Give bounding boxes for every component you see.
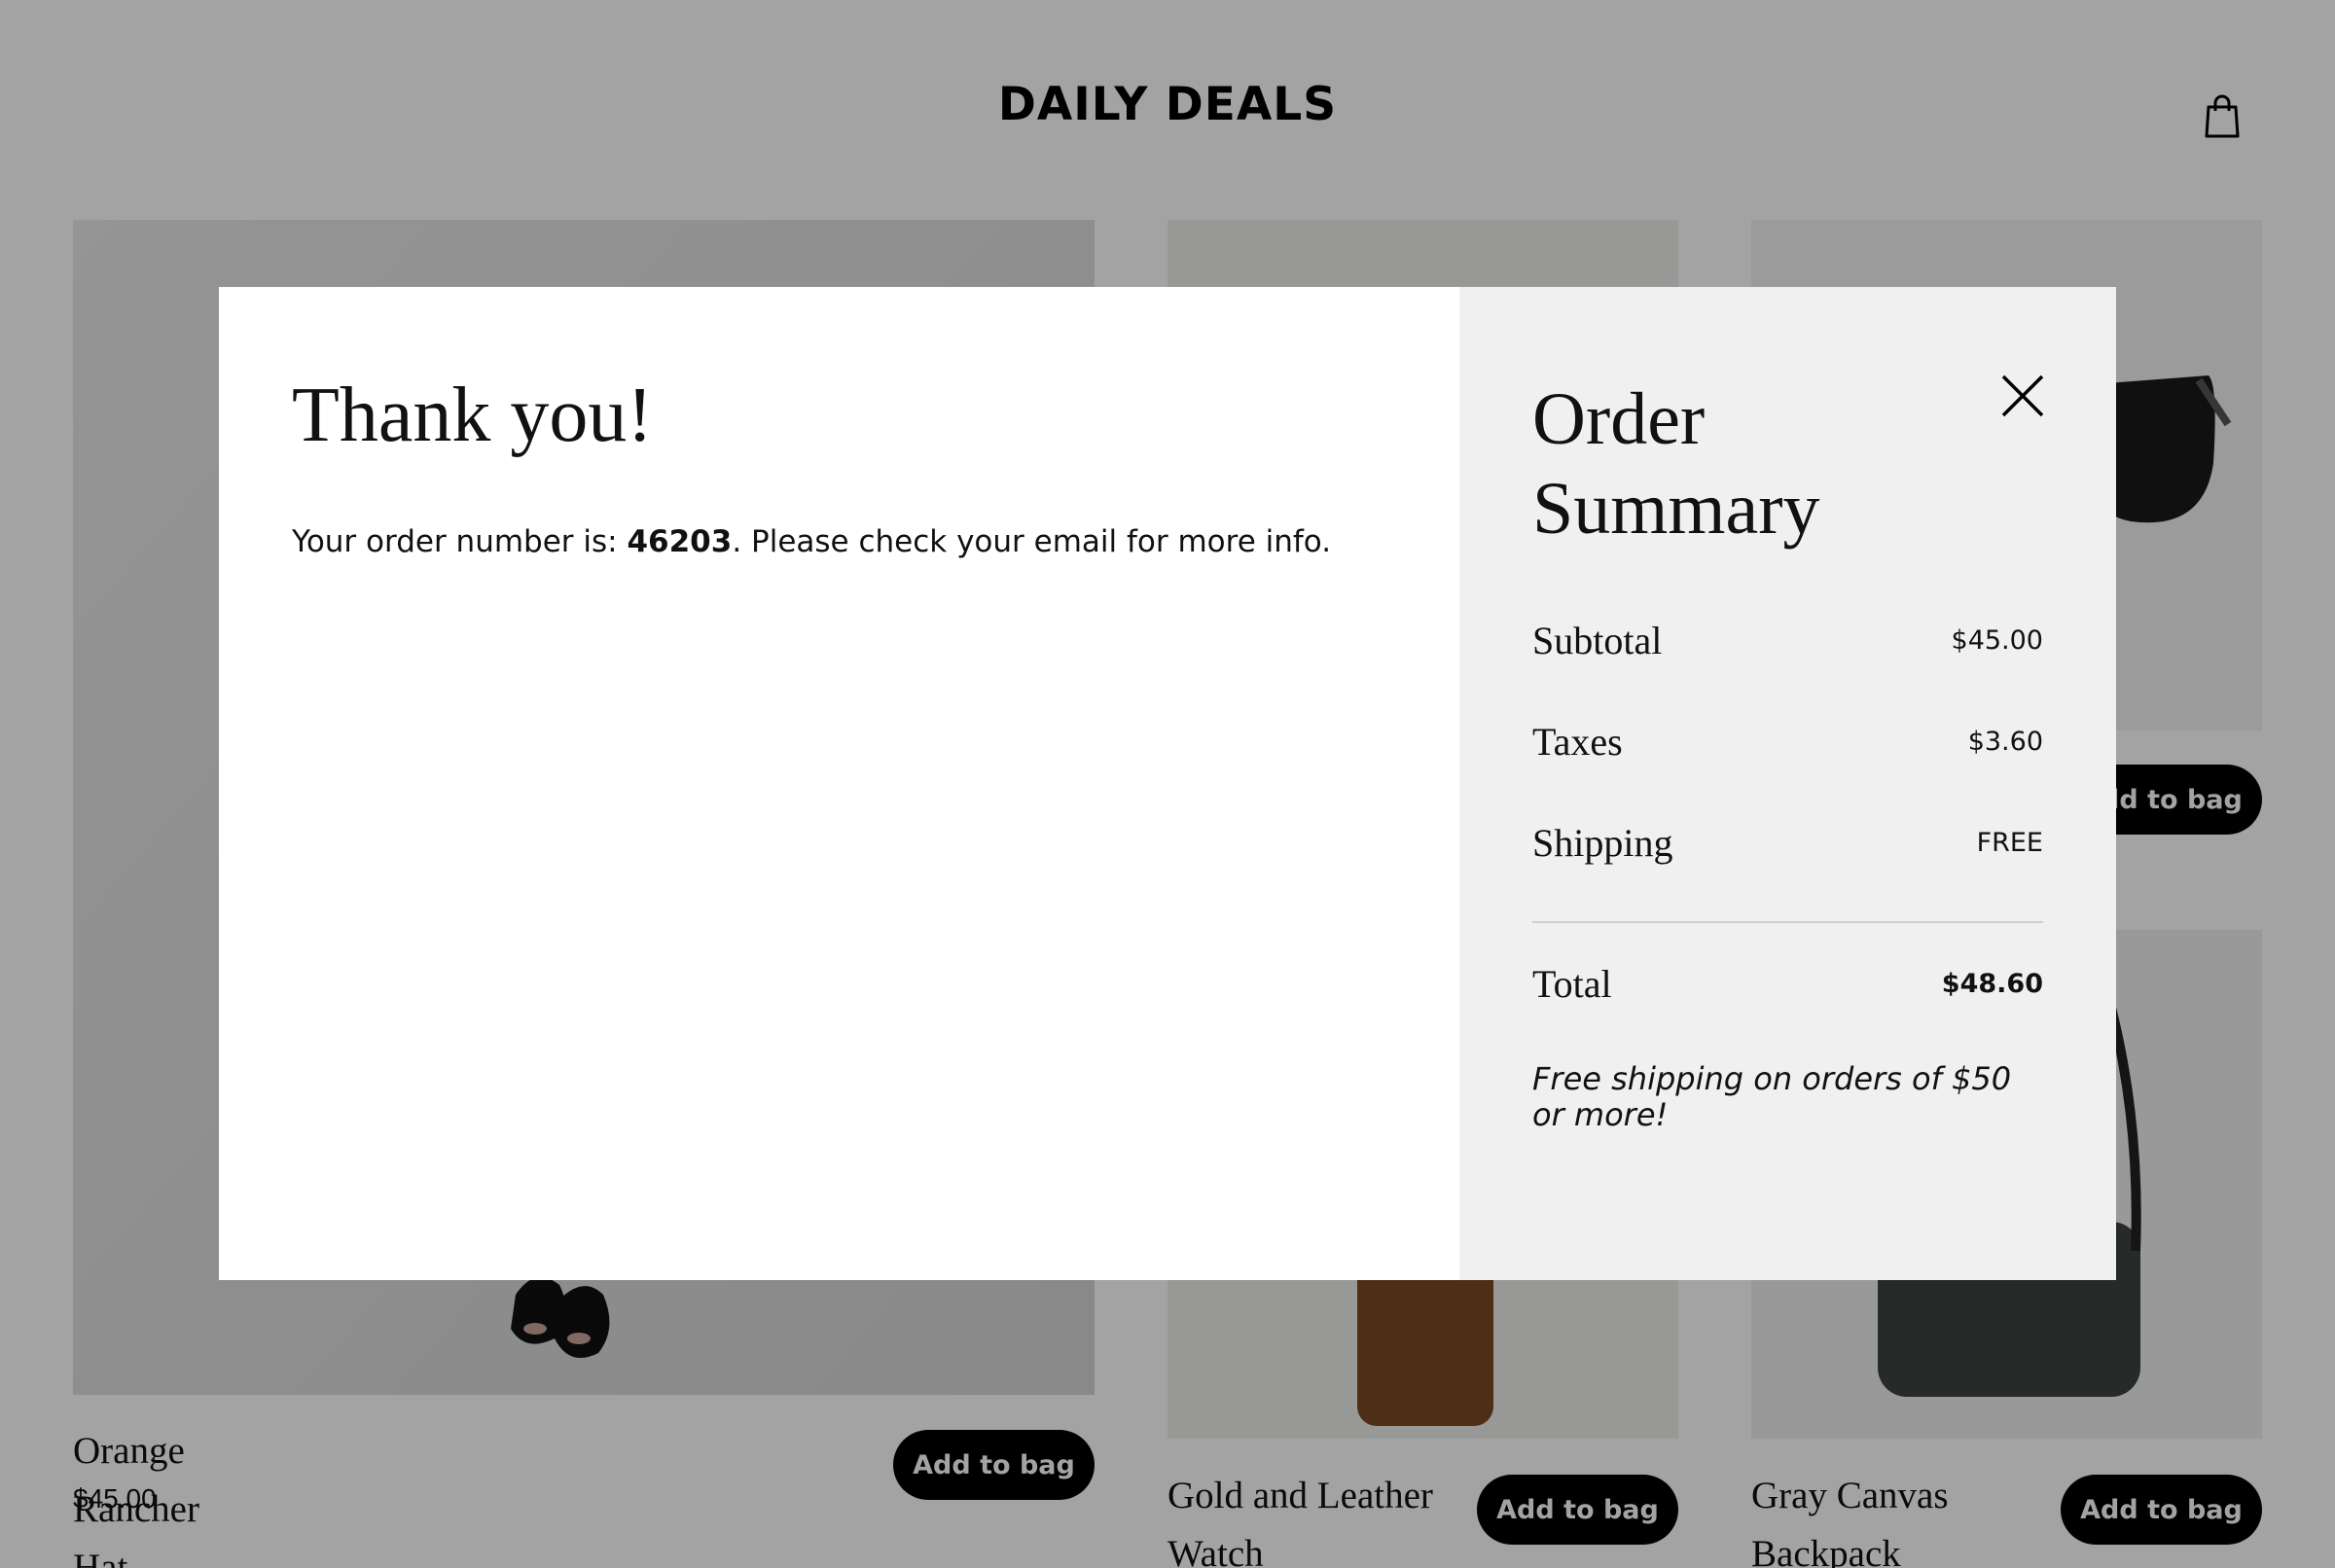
- subtotal-value: $45.00: [1951, 625, 2043, 656]
- total-value: $48.60: [1941, 969, 2043, 999]
- order-number: 46203: [627, 524, 733, 559]
- total-label: Total: [1532, 962, 1612, 1006]
- order-summary-heading: Order Summary: [1532, 378, 1820, 550]
- order-message: Your order number is: 46203. Please chec…: [292, 522, 1459, 561]
- taxes-row: Taxes $3.60: [1532, 719, 2043, 765]
- subtotal-label: Subtotal: [1532, 619, 1663, 662]
- summary-divider: [1532, 921, 2043, 923]
- shipping-row: Shipping FREE: [1532, 820, 2043, 866]
- order-message-suffix: . Please check your email for more info.: [732, 524, 1332, 559]
- thank-you-heading: Thank you!: [292, 373, 654, 458]
- free-shipping-note: Free shipping on orders of $50 or more!: [1532, 1060, 2012, 1133]
- shipping-label: Shipping: [1532, 821, 1673, 865]
- shipping-value: FREE: [1976, 828, 2043, 858]
- order-message-prefix: Your order number is:: [292, 524, 628, 559]
- total-row: Total $48.60: [1532, 961, 2043, 1007]
- taxes-label: Taxes: [1532, 720, 1623, 764]
- order-summary-panel: Order Summary Subtotal $45.00 Taxes $3.6…: [1459, 287, 2116, 1280]
- subtotal-row: Subtotal $45.00: [1532, 618, 2043, 663]
- confirmation-panel: Thank you! Your order number is: 46203. …: [219, 287, 1459, 1280]
- close-icon[interactable]: [1999, 373, 2046, 419]
- taxes-value: $3.60: [1967, 727, 2043, 757]
- order-confirmation-modal: Thank you! Your order number is: 46203. …: [219, 287, 2116, 1280]
